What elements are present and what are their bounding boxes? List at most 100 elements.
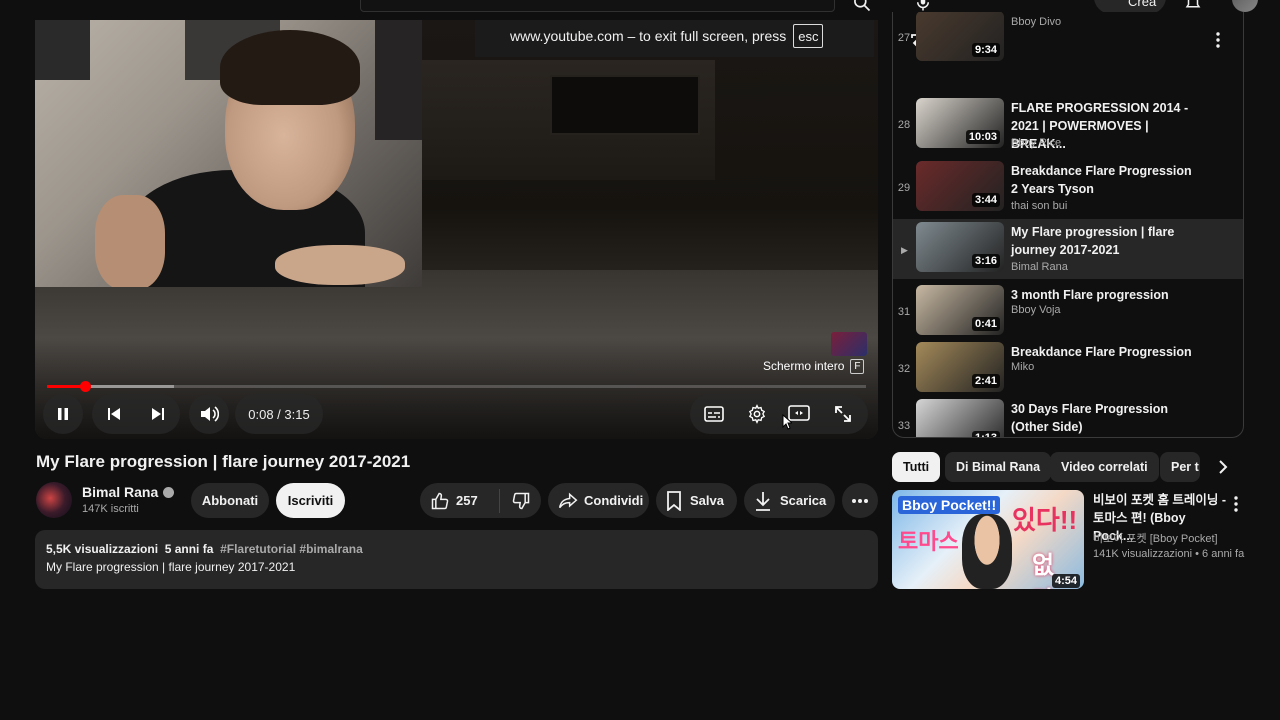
subtitles-button[interactable] <box>704 406 724 427</box>
download-button[interactable]: Scarica <box>744 483 835 518</box>
scrubber-handle[interactable] <box>79 381 91 392</box>
playlist-item[interactable]: 28 10:03 FLARE PROGRESSION 2014 - 2021 | P… <box>893 95 1243 155</box>
view-count: 5,5K visualizzazioni <box>46 542 159 556</box>
fullscreen-notice-text: www.youtube.com – to exit full screen, p… <box>510 27 787 44</box>
webcam-overlay <box>35 20 422 287</box>
playlist-item[interactable]: 31 0:41 3 month Flare progression Bboy Voja <box>893 282 1243 342</box>
thumbs-down-icon <box>512 492 529 509</box>
thumb-text: 있다!! <box>1012 505 1078 535</box>
progress-bar[interactable] <box>47 381 866 392</box>
video-title: My Flare progression | flare journey 201… <box>36 452 411 471</box>
chip[interactable]: Per t <box>1160 452 1200 482</box>
hashtags[interactable]: #Flaretutorial #bimalrana <box>220 542 363 556</box>
playlist-index: 28 <box>897 119 911 131</box>
playlist-thumbnail[interactable]: 9:34 <box>916 12 1004 61</box>
playlist-item-channel: Miko <box>1011 361 1035 373</box>
thumbs-up-icon <box>431 492 449 509</box>
video-duration: 0:41 <box>971 317 1000 331</box>
more-vert-icon <box>1234 496 1238 512</box>
share-label: Condividi <box>584 493 644 508</box>
join-button[interactable]: Abbonati <box>191 483 269 518</box>
channel-avatar[interactable] <box>36 482 72 518</box>
settings-button[interactable] <box>747 404 767 429</box>
wall-frame <box>35 20 90 80</box>
time-display: 0:08 / 3:15 <box>235 394 323 434</box>
upload-age: 5 anni fa <box>164 542 214 556</box>
playlist-item-title[interactable]: 3 month Flare progression <box>1011 286 1196 304</box>
chip[interactable]: Tutti <box>892 452 941 482</box>
pause-button[interactable] <box>43 394 83 434</box>
subscribe-button[interactable]: Iscriviti <box>276 483 345 518</box>
person-arm <box>95 195 165 287</box>
chip[interactable]: Di Bimal Rana <box>945 452 1052 482</box>
previous-button[interactable] <box>92 406 136 422</box>
video-duration: 3:16 <box>971 254 1000 268</box>
video-duration: 2:41 <box>971 374 1000 388</box>
channel-name-row[interactable]: Bimal Rana <box>82 484 175 500</box>
chips-next-button[interactable] <box>1208 452 1238 482</box>
volume-icon <box>201 406 219 422</box>
tooltip-label: Schermo intero <box>763 359 845 373</box>
video-duration: 4:54 <box>1051 574 1080 588</box>
chip[interactable]: Video correlati <box>1050 452 1159 482</box>
video-duration: 1:13 <box>971 431 1000 437</box>
playlist-item[interactable]: 33 1:13 30 Days Flare Progression (Other S… <box>893 396 1243 437</box>
volume-button[interactable] <box>189 394 229 434</box>
wall-frame <box>375 20 422 140</box>
thumb-text: Bboy Pocket!! <box>898 496 1001 514</box>
thumb-text: 토마스 <box>898 529 959 554</box>
search-button[interactable] <box>845 0 879 16</box>
playlist-item[interactable]: 29 3:44 Breakdance Flare Progression 2 Yea… <box>893 158 1243 218</box>
playlist-item-channel: Bimal Rana <box>1011 261 1068 273</box>
playlist-index: 32 <box>897 363 911 375</box>
download-icon <box>756 491 770 511</box>
playlist-item-title[interactable]: My Flare progression | flare journey 201… <box>1011 223 1196 259</box>
recommended-channel[interactable]: 비보이 포켓 [Bboy Pocket] <box>1093 530 1218 546</box>
playlist-thumbnail[interactable]: 1:13 <box>916 399 1004 437</box>
video-duration: 10:03 <box>965 130 1000 144</box>
next-icon <box>152 408 164 420</box>
prev-next-group <box>92 394 180 434</box>
playlist-thumbnail[interactable]: 2:41 <box>916 342 1004 392</box>
channel-name[interactable]: Bimal Rana <box>82 484 158 500</box>
tooltip-key: F <box>850 358 865 374</box>
playlist-item[interactable]: ▶ 3:16 My Flare progression | flare journe… <box>893 219 1243 279</box>
playlist-thumbnail[interactable]: 3:44 <box>916 161 1004 211</box>
next-button[interactable] <box>136 406 180 422</box>
fullscreen-notice-key: esc <box>793 23 824 48</box>
join-label: Abbonati <box>201 493 259 508</box>
save-button[interactable]: Salva <box>656 483 737 518</box>
playlist-item-title[interactable]: Breakdance Flare Progression 2 Years Tys… <box>1011 162 1196 198</box>
playlist-item[interactable]: 32 2:41 Breakdance Flare Progression Miko <box>893 339 1243 399</box>
account-avatar[interactable] <box>1232 0 1258 12</box>
mouse-cursor-icon <box>782 414 792 430</box>
dislike-button[interactable] <box>500 491 541 511</box>
description-box[interactable]: 5,5K visualizzazioni 5 anni fa #Flaretut… <box>35 530 878 589</box>
playlist-index: 31 <box>897 306 911 318</box>
video-frame-window <box>550 75 700 135</box>
share-button[interactable]: Condividi <box>548 483 649 518</box>
playlist-item-channel: thai son bui <box>1011 200 1068 212</box>
chevron-right-icon <box>1219 460 1228 474</box>
subtitles-icon <box>704 406 724 422</box>
playlist-item-title[interactable]: 30 Days Flare Progression (Other Side) <box>1011 400 1196 436</box>
more-actions-button[interactable] <box>842 483 878 518</box>
playlist-panel: 27 9:34 Bboy Divo 28 10:03 FLARE PROGRESSION … <box>892 12 1244 438</box>
playlist-item-title[interactable]: Breakdance Flare Progression <box>1011 343 1196 361</box>
search-input[interactable]: erca <box>360 0 835 12</box>
recommended-menu-button[interactable] <box>1228 494 1244 514</box>
video-player[interactable]: Schermo intero F 0:08 / 3:15 www.youtube… <box>35 20 878 439</box>
next-video-thumbnail[interactable] <box>831 332 867 356</box>
download-label: Scarica <box>780 493 827 508</box>
fullscreen-button[interactable] <box>834 405 852 428</box>
share-icon <box>558 492 578 508</box>
playlist-item[interactable]: 27 9:34 Bboy Divo <box>893 12 1243 68</box>
playlist-item-channel: Bboy Voja <box>1011 304 1061 316</box>
like-button[interactable]: 257 <box>420 488 500 513</box>
playlist-thumbnail[interactable]: 10:03 <box>916 98 1004 148</box>
search-icon <box>854 0 871 12</box>
playlist-thumbnail[interactable]: 3:16 <box>916 222 1004 272</box>
playlist-thumbnail[interactable]: 0:41 <box>916 285 1004 335</box>
recommended-meta: 141K visualizzazioni • 6 anni fa <box>1093 548 1245 560</box>
recommended-thumbnail[interactable]: Bboy Pocket!! 토마스 있다!! 없다?? 4:54 <box>892 490 1084 589</box>
